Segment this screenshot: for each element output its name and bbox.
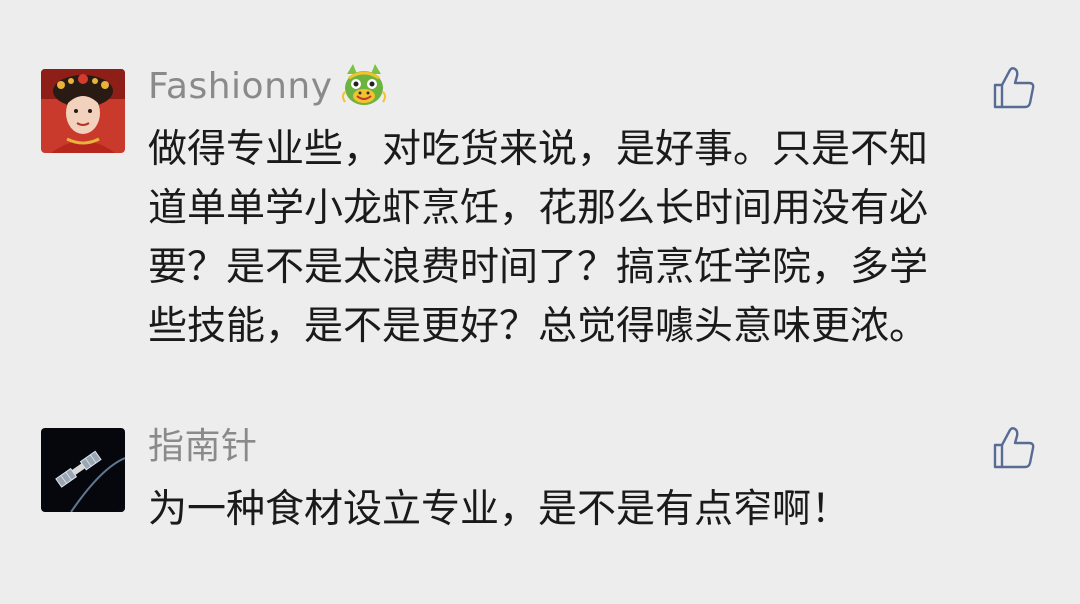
comment-text: 做得专业些，对吃货来说，是好事。只是不知 道单单学小龙虾烹饪，花那么长时间用没有… [148,127,929,349]
username[interactable]: Fashionny [148,62,333,112]
username-row: 指南针 [148,422,258,472]
user-avatar[interactable] [41,428,125,512]
comment-text: 为一种食材设立专业，是不是有点窄啊！ [148,487,851,532]
thumbs-up-icon[interactable] [992,66,1036,110]
dragon-emoji-icon [341,64,386,105]
username[interactable]: 指南针 [148,422,258,472]
username-row: Fashionny [148,62,389,112]
user-avatar[interactable] [41,69,125,153]
comment-item: Fashionny 做得专业些，对吃货来说，是好事。只是不知 道单单学小龙虾烹饪… [0,0,1080,380]
thumbs-up-icon[interactable] [992,426,1036,470]
comment-item: 指南针 为一种食材设立专业，是不是有点窄啊！ [0,400,1080,604]
